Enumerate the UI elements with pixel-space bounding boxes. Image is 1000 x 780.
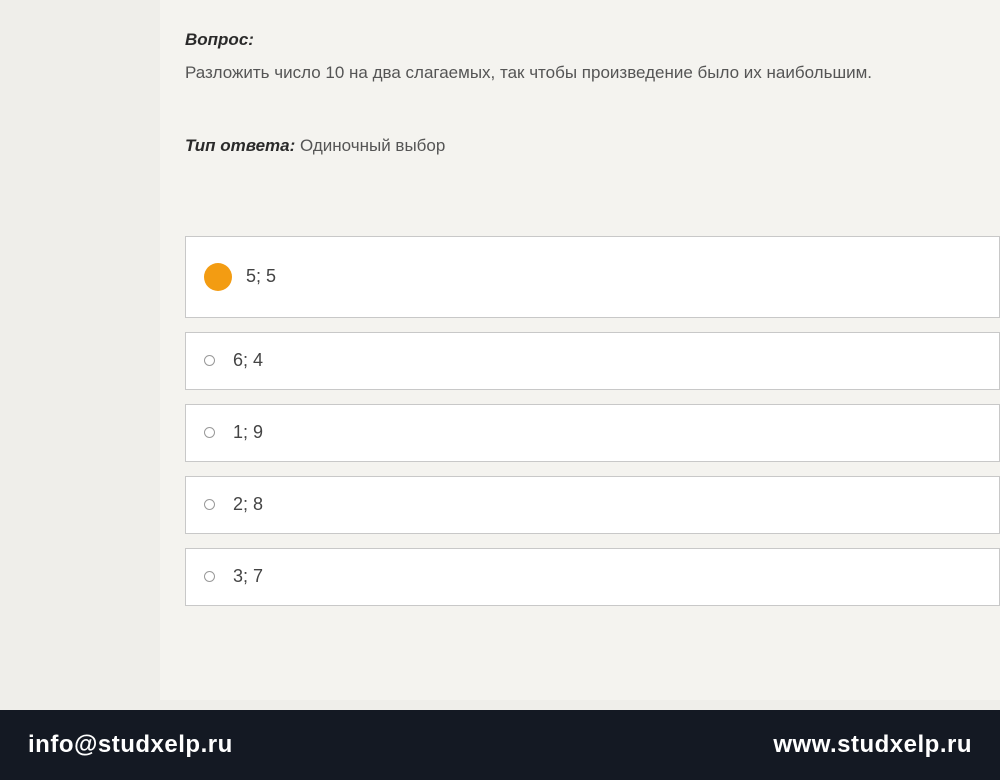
question-text: Разложить число 10 на два слагаемых, так…: [185, 60, 960, 86]
option-row[interactable]: 2; 8: [185, 476, 1000, 534]
answer-type-value: Одиночный выбор: [300, 136, 445, 155]
option-row[interactable]: 5; 5: [185, 236, 1000, 318]
option-label: 5; 5: [246, 266, 276, 287]
footer-email: info@studxelp.ru: [28, 731, 233, 759]
option-label: 3; 7: [233, 566, 263, 587]
option-row[interactable]: 6; 4: [185, 332, 1000, 390]
content-panel: Вопрос: Разложить число 10 на два слагае…: [160, 0, 1000, 700]
footer-website: www.studxelp.ru: [773, 731, 972, 759]
radio-icon: [204, 499, 215, 510]
radio-icon: [204, 355, 215, 366]
option-row[interactable]: 3; 7: [185, 548, 1000, 606]
answer-type-label: Тип ответа:: [185, 136, 295, 155]
radio-icon: [204, 571, 215, 582]
question-section: Вопрос: Разложить число 10 на два слагае…: [185, 30, 1000, 156]
option-label: 2; 8: [233, 494, 263, 515]
question-label: Вопрос:: [185, 30, 960, 50]
radio-icon: [204, 427, 215, 438]
footer: info@studxelp.ru www.studxelp.ru: [0, 710, 1000, 780]
answer-type-row: Тип ответа: Одиночный выбор: [185, 136, 960, 156]
radio-selected-icon: [204, 263, 232, 291]
option-row[interactable]: 1; 9: [185, 404, 1000, 462]
option-label: 1; 9: [233, 422, 263, 443]
option-label: 6; 4: [233, 350, 263, 371]
options-list: 5; 5 6; 4 1; 9 2; 8 3; 7: [185, 236, 1000, 606]
